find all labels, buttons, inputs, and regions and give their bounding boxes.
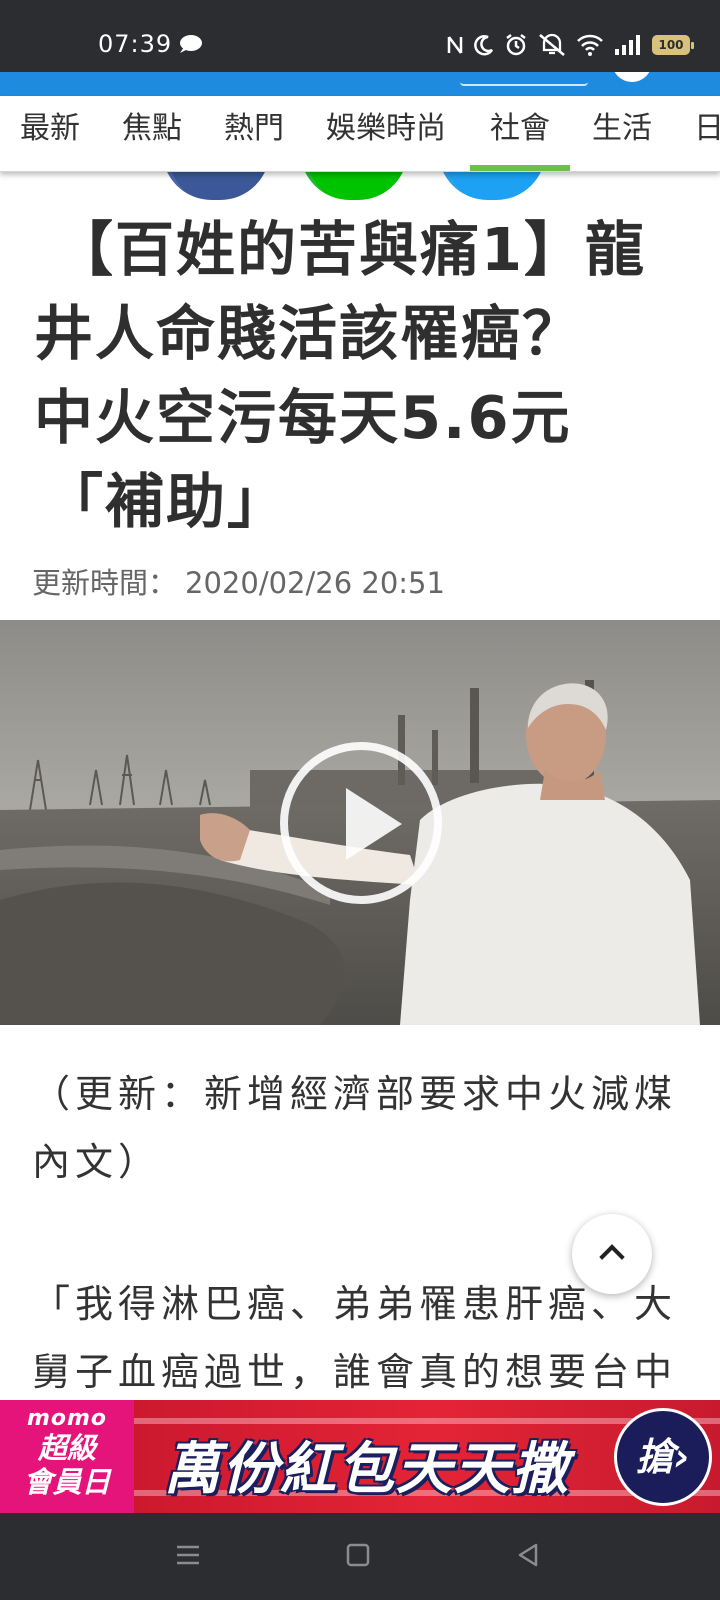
status-icons: 100 — [446, 30, 694, 60]
update-time: 更新時間： 2020/02/26 20:51 — [32, 560, 445, 602]
screen: 07:39 100 最新 焦點 熱門 娛樂時尚 社會 生活 日 【 — [0, 0, 720, 1600]
scroll-to-top-button[interactable] — [572, 1214, 652, 1294]
nfc-icon — [447, 36, 463, 54]
ad-sub-line: 會員日 — [23, 1465, 111, 1499]
ad-cta-button[interactable]: 搶› — [614, 1408, 712, 1506]
chat-icon — [180, 35, 202, 53]
ad-banner[interactable]: momo 超級 會員日 萬份紅包天天撒 搶› — [0, 1400, 720, 1513]
user-icon[interactable] — [612, 72, 652, 82]
tab-entertainment[interactable]: 娛樂時尚 — [326, 110, 446, 171]
mute-icon — [539, 33, 565, 56]
category-nav: 最新 焦點 熱門 娛樂時尚 社會 生活 日 — [0, 96, 720, 172]
headline-line: 井人命賤活該罹癌？ — [34, 299, 584, 368]
moon-icon — [474, 35, 494, 56]
battery-icon: 100 — [652, 35, 694, 55]
system-navigation-bar — [0, 1513, 720, 1600]
ad-cta-label: 搶 — [636, 1435, 675, 1479]
signal-icon — [615, 35, 640, 55]
menu-icon[interactable] — [174, 1541, 202, 1569]
ad-logo: momo 超級 會員日 — [0, 1400, 134, 1513]
tab-society[interactable]: 社會 — [470, 110, 570, 171]
tab-more[interactable]: 日 — [694, 110, 720, 171]
alarm-icon — [506, 34, 526, 56]
tab-latest[interactable]: 最新 — [20, 110, 80, 171]
headline-line: 【百姓的苦與痛1】龍 — [54, 215, 647, 284]
headline-line: 「補助」 — [44, 467, 289, 536]
app-header — [0, 72, 720, 96]
wifi-icon — [577, 34, 603, 56]
tab-focus[interactable]: 焦點 — [122, 110, 182, 171]
home-icon[interactable] — [344, 1541, 372, 1569]
ad-headline: 萬份紅包天天撒 — [164, 1437, 570, 1502]
search-box[interactable] — [460, 72, 588, 86]
update-timestamp: 2020/02/26 20:51 — [185, 566, 445, 600]
article-headline: 【百姓的苦與痛1】龍 井人命賤活該罹癌？ 中火空污每天5.6元 「補助」 — [34, 208, 694, 544]
article-paragraph: （更新：新增經濟部要求中火減煤內文） — [32, 1072, 678, 1184]
status-time: 07:39 — [98, 30, 173, 58]
status-bar: 07:39 100 — [0, 0, 720, 72]
back-icon[interactable] — [514, 1541, 542, 1569]
play-icon[interactable] — [280, 742, 442, 904]
ad-brand: momo — [26, 1406, 108, 1431]
tab-life[interactable]: 生活 — [592, 110, 652, 171]
ad-sub-line: 超級 — [37, 1431, 96, 1465]
update-label: 更新時間： — [32, 566, 178, 600]
headline-line: 中火空污每天5.6元 — [34, 383, 572, 452]
tab-hot[interactable]: 熱門 — [224, 110, 284, 171]
